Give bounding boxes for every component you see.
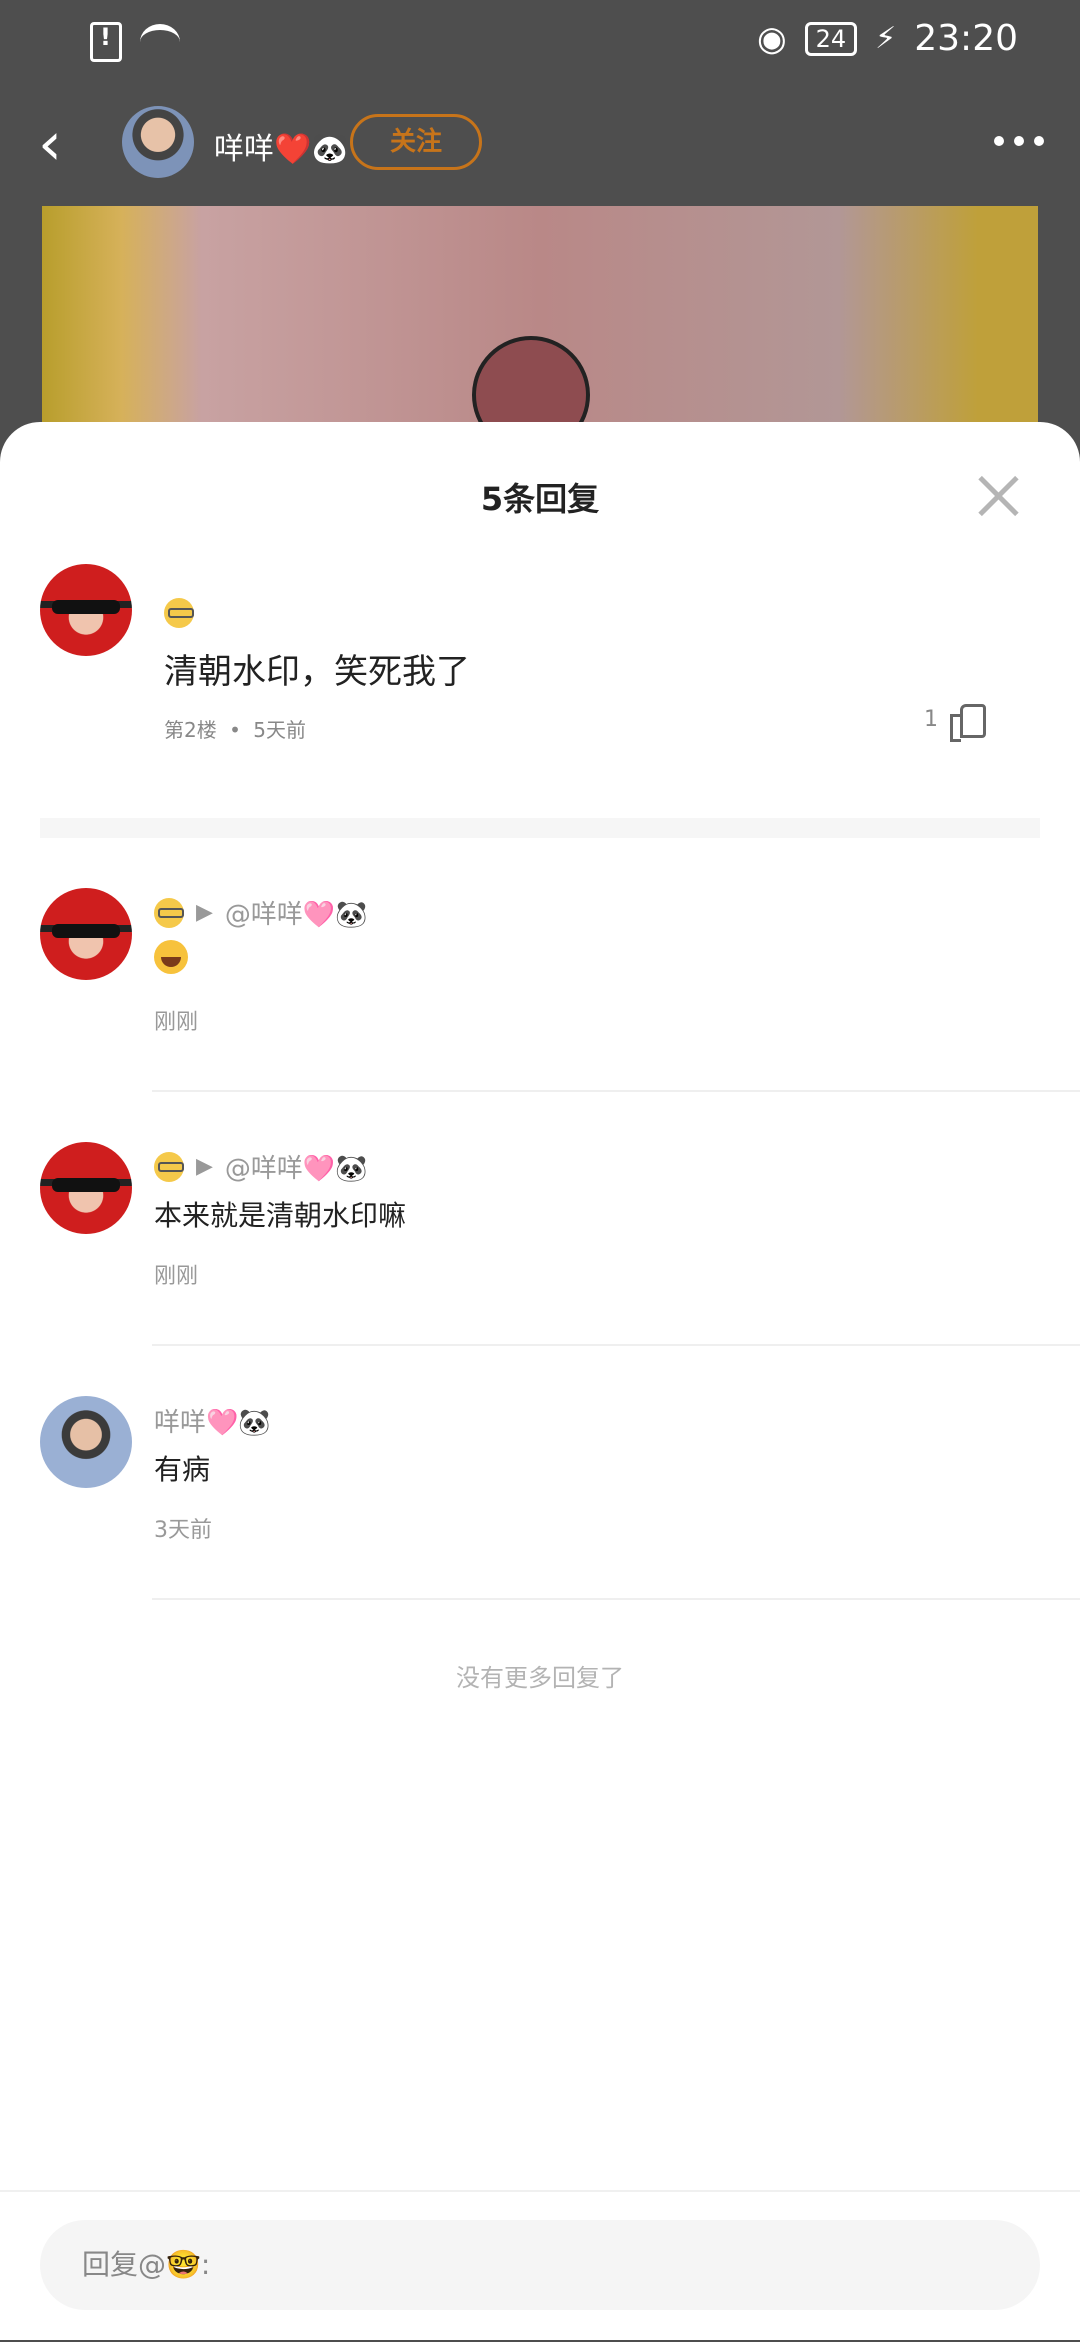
avatar[interactable] [40, 1142, 132, 1234]
avatar[interactable] [40, 564, 132, 656]
comment-meta: 第2楼 • 5天前 [164, 718, 306, 742]
follow-button[interactable]: 关注 [350, 114, 482, 170]
reply-time: 3天前 [154, 1518, 212, 1543]
reply-target[interactable]: @咩咩🩷🐼 [225, 1148, 368, 1185]
nerd-emoji-icon [164, 598, 194, 628]
replies-sheet: 5条回复 清朝水印，笑死我了 第2楼 • 5天前 1 ▶ @咩咩🩷🐼 刚刚 ▶ … [0, 422, 1080, 2340]
post-image [42, 206, 1038, 436]
reply-target[interactable]: @咩咩🩷🐼 [225, 894, 368, 931]
reply-arrow-icon: ▶ [196, 1154, 213, 1179]
status-bar: ◉ 24 ⚡ 23:20 [0, 0, 1080, 84]
avatar[interactable] [40, 1396, 132, 1488]
main-comment: 清朝水印，笑死我了 第2楼 • 5天前 1 [0, 564, 1080, 814]
comment-text: 清朝水印，笑死我了 [164, 652, 470, 692]
author-avatar[interactable] [122, 106, 194, 178]
like-button[interactable]: 1 [924, 702, 986, 742]
no-more-replies: 没有更多回复了 [456, 1664, 624, 1692]
reply-item: ▶ @咩咩🩷🐼 本来就是清朝水印嘛 刚刚 [0, 1142, 1080, 1396]
reply-arrow-icon: ▶ [196, 900, 213, 925]
sheet-title: 5条回复 [480, 480, 600, 518]
reply-item: ▶ @咩咩🩷🐼 刚刚 [0, 888, 1080, 1142]
reply-input-bar: 回复@🤓: [0, 2190, 1080, 2342]
charging-icon: ⚡ [875, 21, 897, 56]
avatar[interactable] [40, 888, 132, 980]
wifi-icon [140, 24, 180, 60]
more-options-icon[interactable] [994, 136, 1044, 146]
sim-alert-icon [90, 22, 122, 62]
floor-label: 第2楼 [164, 718, 217, 742]
close-icon[interactable] [976, 474, 1020, 518]
reply-input[interactable]: 回复@🤓: [40, 2220, 1040, 2310]
thumbs-up-icon[interactable] [950, 702, 986, 742]
laughing-emoji-icon [154, 940, 188, 974]
divider [40, 818, 1040, 838]
author-name[interactable]: 咩咩❤️🐼 [214, 124, 349, 168]
battery-icon: 24 [804, 21, 858, 56]
divider [152, 1090, 1080, 1092]
reply-time: 刚刚 [154, 1010, 199, 1035]
back-icon[interactable]: ‹ [38, 114, 78, 174]
reply-author[interactable]: 咩咩🩷🐼 [154, 1402, 271, 1439]
nerd-emoji-icon [154, 897, 184, 928]
like-count: 1 [924, 706, 938, 732]
reply-text [154, 940, 188, 981]
post-header: ‹ 咩咩❤️🐼 关注 [0, 84, 1080, 204]
comment-time: 5天前 [253, 718, 306, 742]
divider [152, 1598, 1080, 1600]
divider [152, 1344, 1080, 1346]
eye-comfort-icon: ◉ [756, 18, 787, 59]
nerd-emoji-icon [154, 1151, 184, 1182]
reply-item: 咩咩🩷🐼 有病 3天前 [0, 1396, 1080, 1650]
reply-time: 刚刚 [154, 1264, 199, 1289]
reply-text: 本来就是清朝水印嘛 [154, 1199, 407, 1232]
clock: 23:20 [914, 18, 1018, 59]
reply-text: 有病 [154, 1453, 211, 1486]
